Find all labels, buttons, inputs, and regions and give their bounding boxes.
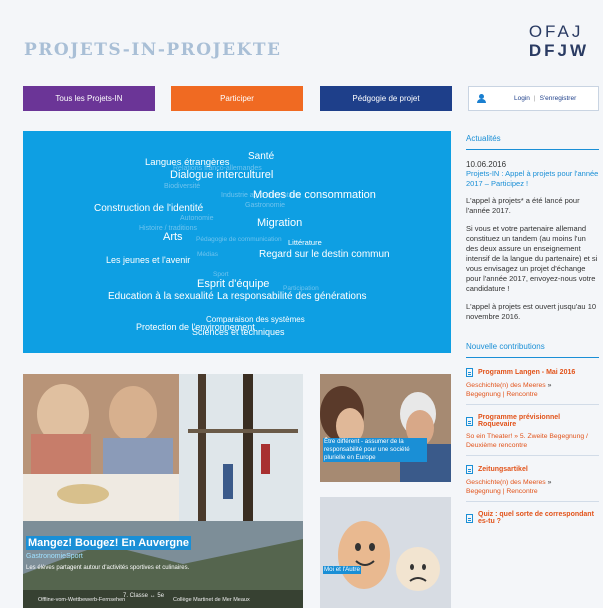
tag-sante[interactable]: Santé	[248, 151, 274, 162]
contrib-item[interactable]: Quiz : quel sorte de correspondant es-tu…	[466, 511, 599, 525]
tag-sport[interactable]: Sport	[213, 271, 229, 278]
contrib-heading: Nouvelle contributions	[466, 342, 545, 351]
feature-main-category[interactable]: GastronomieSport	[26, 553, 191, 560]
sidebar: Actualités 10.06.2016 Projets-IN : Appel…	[466, 131, 599, 525]
login-separator: |	[533, 95, 536, 102]
breadcrumb-arrow: »	[547, 382, 552, 389]
page: PROJETS-IN-PROJEKTE OFAJ DFJW Tous les P…	[0, 0, 603, 608]
tag-arts[interactable]: Arts	[163, 231, 183, 243]
contrib-link[interactable]: So ein Theater! » 5. Zweite Begegnung / …	[466, 432, 599, 450]
nav-pedagogy[interactable]: Pédgogie de projet	[320, 86, 452, 111]
feature-main-title[interactable]: Mangez! Bougez! En Auvergne	[26, 536, 191, 550]
feature-card[interactable]: Moi et l'Autre	[320, 497, 451, 608]
feature-card-caption[interactable]: Être différent - assumer de la responsab…	[323, 438, 427, 462]
nav-participate[interactable]: Participer	[171, 86, 303, 111]
user-icon	[477, 94, 486, 103]
tag-dialogue[interactable]: Dialogue interculturel	[170, 169, 273, 181]
contrib-link[interactable]: Geschichte(n) des Meeres	[466, 479, 546, 486]
feature-card-photo	[320, 497, 451, 608]
contrib-item[interactable]: Programme prévisionnel Roquevaire So ein…	[466, 414, 599, 456]
login-box: Login | S'enregistrer	[468, 86, 599, 111]
tag-esprit[interactable]: Esprit d'équipe	[197, 278, 269, 290]
tag-migration[interactable]: Migration	[257, 217, 302, 229]
tag-autonomie[interactable]: Autonomie	[180, 215, 213, 222]
logo-ofaj: OFAJ	[528, 22, 584, 41]
news-paragraph-1: L'appel à projets* a été lancé pour l'an…	[466, 196, 580, 215]
feature-main-caption: Mangez! Bougez! En Auvergne GastronomieS…	[26, 533, 191, 571]
tag-sexualite[interactable]: Education à la sexualité	[108, 291, 214, 302]
carousel-label: 7. Classe	[123, 593, 149, 599]
projets-in-logo[interactable]: PROJETS-IN-PROJEKTE	[24, 40, 281, 60]
tag-sciences[interactable]: Sciences et techniques	[192, 327, 285, 337]
document-icon	[466, 416, 473, 426]
contrib-divider	[466, 501, 599, 502]
contrib-item[interactable]: Zeitungsartikel Geschichte(n) des Meeres…	[466, 465, 599, 502]
contrib-title[interactable]: Quiz : quel sorte de correspondant es-tu…	[478, 511, 599, 525]
contrib-link[interactable]: Begegnung | Rencontre	[466, 488, 538, 495]
tag-medias[interactable]: Médias	[197, 251, 218, 258]
news-title-link[interactable]: Projets-IN : Appel à projets pour l'anné…	[466, 169, 599, 188]
contrib-divider	[466, 455, 599, 456]
contrib-title[interactable]: Programm Langen - Mai 2016	[478, 369, 575, 376]
contrib-title[interactable]: Zeitungsartikel	[478, 466, 528, 473]
tag-cloud: Relations franco-allemandes Santé Langue…	[23, 131, 451, 353]
tag-generations[interactable]: La responsabilité des générations	[217, 291, 367, 302]
carousel-label: 5e	[157, 593, 165, 599]
contrib-title[interactable]: Programme prévisionnel Roquevaire	[478, 414, 599, 428]
feature-card-caption[interactable]: Moi et l'Autre	[323, 566, 361, 574]
tag-destin[interactable]: Regard sur le destin commun	[259, 249, 390, 260]
contrib-item[interactable]: Programm Langen - Mai 2016 Geschichte(n)…	[466, 368, 599, 405]
login-link[interactable]: Login	[514, 95, 530, 102]
document-icon	[466, 513, 473, 523]
feature-main-photo	[23, 374, 303, 608]
feature-carousel-nav[interactable]: 7. Classe ↔ 5e	[123, 593, 164, 599]
ofaj-dfjw-logo[interactable]: OFAJ DFJW	[529, 22, 589, 60]
news-paragraph-2: Si vous et votre partenaire allemand con…	[466, 224, 598, 293]
feature-main-bar: Offline-vom-Wettbewerb-Fernsehen 7. Clas…	[23, 590, 303, 608]
tag-langues[interactable]: Langues étrangères	[145, 157, 230, 168]
breadcrumb-arrow: »	[547, 479, 552, 486]
contrib-divider	[466, 357, 599, 358]
document-icon	[466, 465, 473, 474]
tag-biodiversite[interactable]: Biodiversité	[164, 183, 200, 190]
nav-all-projects[interactable]: Tous les Projets-IN	[23, 86, 155, 111]
news-paragraph-3: L'appel à projets est ouvert jusqu'au 10…	[466, 302, 597, 321]
news-date: 10.06.2016	[466, 160, 507, 169]
feature-main[interactable]: Mangez! Bougez! En Auvergne GastronomieS…	[23, 374, 303, 608]
contrib-divider	[466, 404, 599, 405]
tag-litterature[interactable]: Littérature	[288, 238, 322, 247]
contrib-link[interactable]: Begegnung | Rencontre	[466, 391, 538, 398]
news-divider	[466, 149, 599, 150]
document-icon	[466, 368, 473, 377]
tag-gastronomie[interactable]: Gastronomie	[245, 202, 285, 209]
feature-card-photo	[320, 374, 451, 482]
swap-arrows-icon[interactable]: ↔	[150, 593, 156, 599]
register-link[interactable]: S'enregistrer	[540, 95, 577, 102]
tag-jeunes[interactable]: Les jeunes et l'avenir	[106, 255, 190, 265]
feature-card[interactable]: Être différent - assumer de la responsab…	[320, 374, 451, 482]
contrib-link[interactable]: Geschichte(n) des Meeres	[466, 382, 546, 389]
tag-modes[interactable]: Modes de consommation	[253, 189, 376, 201]
tag-pedagogie[interactable]: Pédagogie de communication	[196, 236, 282, 243]
news-heading: Actualités	[466, 134, 501, 143]
tag-identite[interactable]: Construction de l'identité	[94, 203, 203, 214]
feature-main-text: Les élèves partagent autour d'activités …	[26, 565, 190, 571]
feature-main-bar-left: Offline-vom-Wettbewerb-Fernsehen	[38, 597, 126, 603]
logo-dfjw: DFJW	[528, 41, 589, 60]
feature-main-bar-right: Collège Martinet de Mer Meaux	[173, 597, 250, 603]
